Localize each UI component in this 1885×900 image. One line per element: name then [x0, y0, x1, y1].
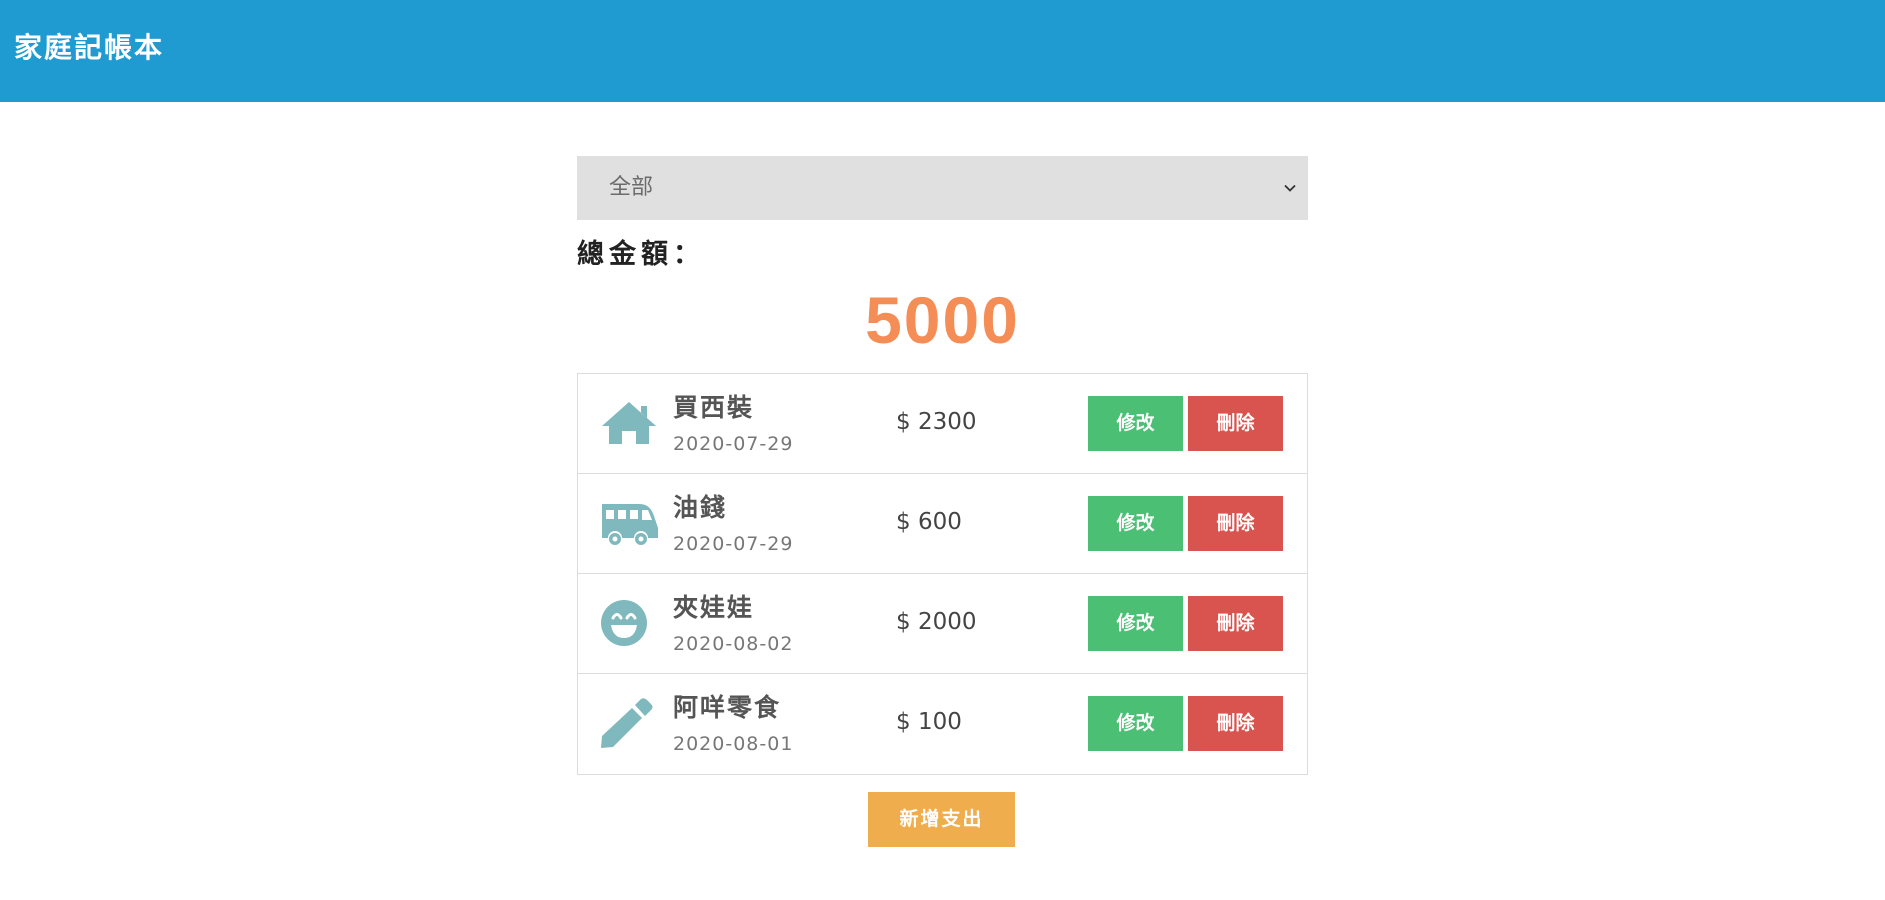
total-label: 總金額：	[577, 239, 705, 270]
main-container: 全部 總金額： 5000 買西裝 2020-07-29 $ 2300 修改 刪除	[577, 156, 1308, 847]
edit-button[interactable]: 修改	[1088, 396, 1183, 451]
edit-button[interactable]: 修改	[1088, 696, 1183, 751]
delete-button[interactable]: 刪除	[1188, 396, 1283, 451]
edit-button[interactable]: 修改	[1088, 496, 1183, 551]
expense-amount: $ 600	[896, 509, 962, 535]
expense-name: 夾娃娃	[673, 593, 755, 622]
edit-button[interactable]: 修改	[1088, 596, 1183, 651]
delete-button[interactable]: 刪除	[1188, 496, 1283, 551]
category-filter-select[interactable]: 全部	[577, 156, 1308, 220]
top-navbar: 家庭記帳本	[0, 0, 1885, 102]
delete-button[interactable]: 刪除	[1188, 596, 1283, 651]
expense-date: 2020-07-29	[673, 433, 794, 455]
expense-amount: $ 100	[896, 709, 962, 735]
app-title[interactable]: 家庭記帳本	[14, 30, 164, 66]
total-amount: 5000	[865, 283, 1020, 357]
expense-date: 2020-08-01	[673, 733, 794, 755]
expense-row: 阿咩零食 2020-08-01 $ 100 修改 刪除	[578, 674, 1307, 774]
expense-date: 2020-07-29	[673, 533, 794, 555]
expense-row: 油錢 2020-07-29 $ 600 修改 刪除	[578, 474, 1307, 574]
expense-date: 2020-08-02	[673, 633, 794, 655]
chevron-down-icon	[1284, 184, 1296, 192]
category-filter-value: 全部	[609, 175, 654, 200]
expense-amount: $ 2300	[896, 409, 977, 435]
add-expense-button[interactable]: 新增支出	[868, 792, 1015, 847]
expense-name: 買西裝	[673, 393, 755, 422]
home-icon	[602, 402, 656, 444]
expense-list: 買西裝 2020-07-29 $ 2300 修改 刪除 油錢 2020-07-2…	[577, 373, 1308, 775]
delete-button[interactable]: 刪除	[1188, 696, 1283, 751]
expense-name: 阿咩零食	[673, 693, 782, 722]
expense-name: 油錢	[673, 493, 728, 522]
expense-row: 夾娃娃 2020-08-02 $ 2000 修改 刪除	[578, 574, 1307, 674]
expense-row: 買西裝 2020-07-29 $ 2300 修改 刪除	[578, 374, 1307, 474]
expense-amount: $ 2000	[896, 609, 977, 635]
bus-icon	[602, 504, 658, 545]
pencil-icon	[601, 698, 653, 748]
smile-icon	[601, 600, 647, 646]
